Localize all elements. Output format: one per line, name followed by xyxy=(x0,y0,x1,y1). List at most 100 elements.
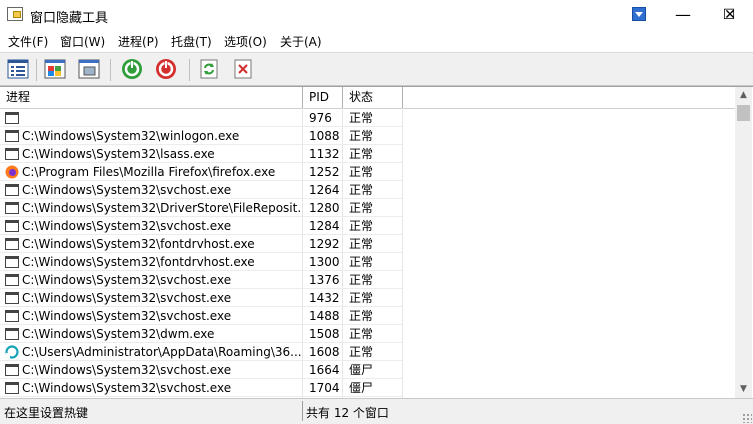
delete-icon[interactable] xyxy=(230,57,256,81)
table-row[interactable]: C:\Windows\System32\svchost.exe 1432 正常 xyxy=(0,289,735,307)
toolbar-separator xyxy=(189,59,190,81)
window-hide-icon[interactable] xyxy=(76,57,102,81)
process-state: 正常 xyxy=(349,327,374,341)
process-name: C:\Windows\System32\svchost.exe xyxy=(22,291,232,305)
menu-bar: 文件(F) 窗口(W) 进程(P) 托盘(T) 选项(O) 关于(A) xyxy=(0,30,753,52)
window-icon xyxy=(5,328,19,340)
column-state[interactable]: 状态 xyxy=(343,87,403,108)
title-bar: 窗口隐藏工具 — ☐ ✕ xyxy=(0,0,753,30)
status-bar: 在这里设置热键 共有 12 个窗口 xyxy=(0,398,753,424)
process-state: 正常 xyxy=(349,291,374,305)
close-button[interactable]: ✕ xyxy=(707,0,753,30)
window-icon xyxy=(5,130,19,142)
window-icon xyxy=(5,310,19,322)
process-name: C:\Windows\System32\fontdrvhost.exe xyxy=(22,237,255,251)
process-pid: 976 xyxy=(309,111,332,125)
row-divider xyxy=(0,396,402,397)
process-pid: 1264 xyxy=(309,183,340,197)
refresh-icon[interactable] xyxy=(196,57,222,81)
process-pid: 1704 xyxy=(309,381,340,395)
scroll-thumb[interactable] xyxy=(737,105,750,121)
process-pid: 1088 xyxy=(309,129,340,143)
menu-tray[interactable]: 托盘(T) xyxy=(171,33,212,50)
menu-process[interactable]: 进程(P) xyxy=(118,33,159,50)
table-row[interactable]: C:\Windows\System32\fontdrvhost.exe 1300 正… xyxy=(0,253,735,271)
scroll-up-arrow-icon[interactable]: ▲ xyxy=(735,87,752,104)
resize-grip-icon[interactable] xyxy=(742,413,752,423)
process-state: 正常 xyxy=(349,237,374,251)
process-name: C:\Windows\System32\svchost.exe xyxy=(22,219,232,233)
table-row[interactable]: C:\Windows\System32\DriverStore\FileRepo… xyxy=(0,199,735,217)
menu-file[interactable]: 文件(F) xyxy=(8,33,48,50)
table-row[interactable]: C:\Windows\System32\svchost.exe 1284 正常 xyxy=(0,217,735,235)
table-row[interactable]: C:\Program Files\Mozilla Firefox\firefox… xyxy=(0,163,735,181)
tray-dropdown-icon[interactable] xyxy=(632,7,646,21)
list-header: 进程 PID 状态 xyxy=(0,87,735,109)
process-name: C:\Windows\System32\svchost.exe xyxy=(22,273,232,287)
window-count: 共有 12 个窗口 xyxy=(306,406,389,420)
process-name: C:\Windows\System32\svchost.exe xyxy=(22,363,232,377)
column-pid[interactable]: PID xyxy=(303,87,343,108)
process-name xyxy=(22,109,302,127)
process-pid: 1508 xyxy=(309,327,340,341)
table-row[interactable]: C:\Windows\System32\svchost.exe 1704 僵尸 xyxy=(0,379,735,397)
window-icon xyxy=(5,256,19,268)
process-pid: 1376 xyxy=(309,273,340,287)
column-process[interactable]: 进程 xyxy=(0,87,303,108)
process-state: 僵尸 xyxy=(349,381,374,395)
stop-red-icon[interactable] xyxy=(153,57,179,81)
process-pid: 1292 xyxy=(309,237,340,251)
table-row[interactable]: C:\Windows\System32\svchost.exe 1488 正常 xyxy=(0,307,735,325)
window-icon xyxy=(5,184,19,196)
menu-window[interactable]: 窗口(W) xyxy=(60,33,105,50)
process-name: C:\Windows\System32\svchost.exe xyxy=(22,183,232,197)
status-divider xyxy=(302,401,303,421)
list-view-icon[interactable] xyxy=(5,57,31,81)
process-name: C:\Windows\System32\lsass.exe xyxy=(22,147,215,161)
process-state: 正常 xyxy=(349,255,374,269)
window-icon xyxy=(5,382,19,394)
start-green-icon[interactable] xyxy=(119,57,145,81)
vertical-scrollbar[interactable]: ▲ ▼ xyxy=(735,87,752,398)
process-pid: 1488 xyxy=(309,309,340,323)
table-row[interactable]: C:\Windows\System32\dwm.exe 1508 正常 xyxy=(0,325,735,343)
app-teal-icon xyxy=(5,345,19,359)
table-row[interactable]: 976 正常 xyxy=(0,109,735,127)
table-row[interactable]: C:\Windows\System32\fontdrvhost.exe 1292 正… xyxy=(0,235,735,253)
process-name: C:\Windows\System32\DriverStore\FileRepo… xyxy=(22,201,302,215)
table-row[interactable]: C:\Windows\System32\svchost.exe 1264 正常 xyxy=(0,181,735,199)
process-name: C:\Users\Administrator\AppData\Roaming\3… xyxy=(22,345,302,359)
window-icon xyxy=(5,292,19,304)
table-row[interactable]: C:\Windows\System32\svchost.exe 1664 僵尸 xyxy=(0,361,735,379)
process-name: C:\Windows\System32\winlogon.exe xyxy=(22,129,240,143)
scroll-down-arrow-icon[interactable]: ▼ xyxy=(735,381,752,398)
process-state: 正常 xyxy=(349,147,374,161)
process-pid: 1608 xyxy=(309,345,340,359)
process-name: C:\Windows\System32\fontdrvhost.exe xyxy=(22,255,255,269)
process-state: 僵尸 xyxy=(349,363,374,377)
menu-about[interactable]: 关于(A) xyxy=(280,33,322,50)
firefox-icon xyxy=(5,165,19,179)
app-icon xyxy=(7,7,23,21)
minimize-button[interactable]: — xyxy=(660,0,706,30)
process-pid: 1284 xyxy=(309,219,340,233)
window-icon xyxy=(5,238,19,250)
window-icon xyxy=(5,220,19,232)
process-list: 进程 PID 状态 976 正常 C:\Windows\System32\winlo… xyxy=(0,86,753,398)
process-name: C:\Windows\System32\svchost.exe xyxy=(22,381,232,395)
table-row[interactable]: C:\Windows\System32\svchost.exe 1376 正常 xyxy=(0,271,735,289)
window-icon xyxy=(5,364,19,376)
table-row[interactable]: C:\Windows\System32\lsass.exe 1132 正常 xyxy=(0,145,735,163)
window-icon xyxy=(5,274,19,286)
process-state: 正常 xyxy=(349,309,374,323)
menu-options[interactable]: 选项(O) xyxy=(224,33,267,50)
process-state: 正常 xyxy=(349,129,374,143)
table-row[interactable]: C:\Users\Administrator\AppData\Roaming\3… xyxy=(0,343,735,361)
window-title: 窗口隐藏工具 xyxy=(30,11,109,26)
toolbar xyxy=(0,52,753,86)
hotkey-status[interactable]: 在这里设置热键 xyxy=(4,404,88,421)
window-icon xyxy=(5,202,19,214)
process-name: C:\Windows\System32\svchost.exe xyxy=(22,309,232,323)
window-layout-icon[interactable] xyxy=(42,57,68,81)
table-row[interactable]: C:\Windows\System32\winlogon.exe 1088 正常 xyxy=(0,127,735,145)
